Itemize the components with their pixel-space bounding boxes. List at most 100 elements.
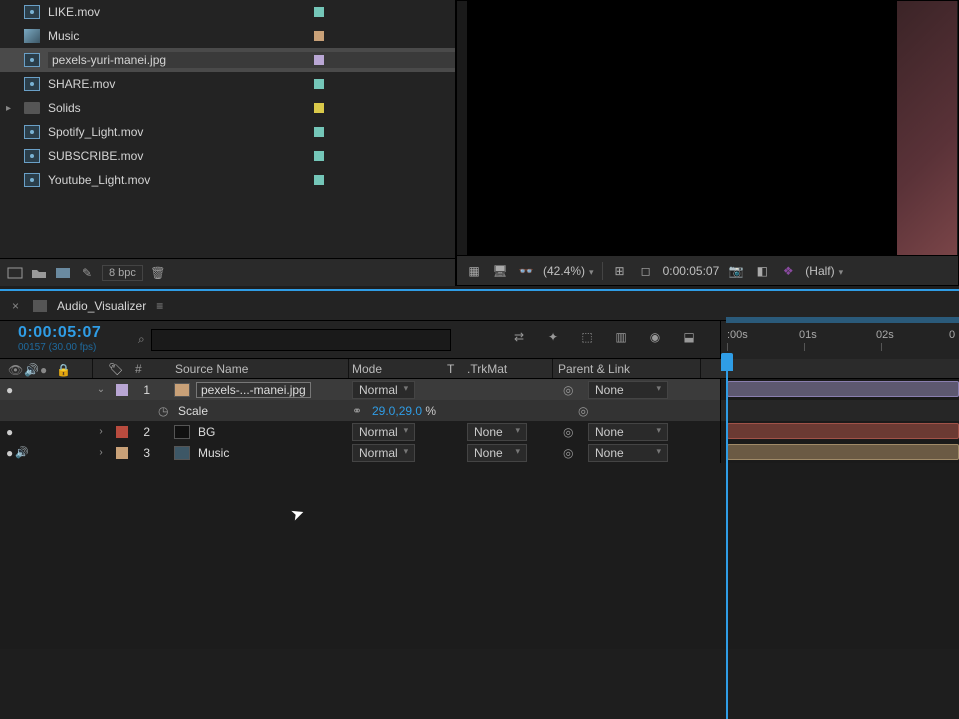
layer-twirl-icon[interactable]: ›	[94, 447, 108, 458]
layer-label-swatch[interactable]	[116, 384, 128, 396]
timeline-header: 0:00:05:07 00157 (30.00 fps) ⌕ ⇄ ✦ ⬚ ▥ ◉…	[0, 321, 959, 359]
shy-toggle-icon[interactable]: ⬚	[577, 328, 597, 346]
trash-icon[interactable]: 🗑	[149, 265, 167, 281]
label-color-swatch[interactable]	[314, 151, 324, 161]
close-tab-icon[interactable]: ×	[8, 299, 23, 313]
viewer-canvas[interactable]	[467, 1, 957, 256]
project-item[interactable]: pexels-yuri-manei.jpg	[0, 48, 455, 72]
label-color-swatch[interactable]	[314, 7, 324, 17]
project-item[interactable]: SUBSCRIBE.mov	[0, 144, 455, 168]
mode-dropdown[interactable]: Normal	[352, 444, 415, 462]
snapshot-icon[interactable]: 📷	[727, 263, 745, 279]
motion-blur-icon[interactable]: ◉	[645, 328, 665, 346]
lock-col-icon[interactable]: 🔒	[56, 363, 68, 375]
bpc-toggle[interactable]: 8 bpc	[102, 265, 143, 281]
project-item[interactable]: Spotify_Light.mov	[0, 120, 455, 144]
pickwhip-icon[interactable]: ◎	[563, 446, 573, 460]
current-timecode[interactable]: 0:00:05:07	[18, 324, 130, 342]
layer-name: Music	[198, 446, 229, 460]
video-toggle-icon[interactable]: ●	[6, 425, 13, 439]
timeline-search-input[interactable]	[151, 329, 451, 351]
image-file-icon	[24, 53, 40, 67]
parent-dropdown[interactable]: None	[588, 423, 668, 441]
av-file-icon	[24, 77, 40, 91]
resolution-dropdown[interactable]: (Half)	[805, 264, 843, 278]
new-comp-icon[interactable]	[54, 265, 72, 281]
graph-editor-icon[interactable]: ⬓	[679, 328, 699, 346]
label-color-swatch[interactable]	[314, 79, 324, 89]
toggle-mask-icon[interactable]: 👓	[517, 263, 535, 279]
new-folder-icon[interactable]	[30, 265, 48, 281]
video-toggle-icon[interactable]: ●	[6, 383, 13, 397]
expression-pickwhip-icon[interactable]: ◎	[578, 404, 588, 418]
label-color-swatch[interactable]	[314, 175, 324, 185]
project-item[interactable]: Music	[0, 24, 455, 48]
comp-tab-name[interactable]: Audio_Visualizer	[57, 299, 146, 313]
tab-menu-icon[interactable]: ≡	[156, 299, 163, 313]
toggle-pixel-aspect-icon[interactable]: ▦	[465, 263, 483, 279]
project-item-folder[interactable]: ▸ Solids	[0, 96, 455, 120]
pickwhip-icon[interactable]: ◎	[563, 383, 573, 397]
label-color-swatch[interactable]	[314, 103, 324, 113]
trkmat-col-header[interactable]: .TrkMat	[467, 362, 507, 376]
pickwhip-icon[interactable]: ◎	[563, 425, 573, 439]
label-col-icon[interactable]: 🏷	[108, 362, 123, 376]
trkmat-dropdown[interactable]: None	[467, 423, 527, 441]
audio-col-icon[interactable]: 🔊	[24, 363, 36, 375]
constrain-link-icon[interactable]: ⚭	[352, 404, 362, 418]
parent-dropdown[interactable]: None	[588, 444, 668, 462]
property-value[interactable]: 29.0,29.0 %	[372, 404, 436, 418]
mode-dropdown[interactable]: Normal	[352, 381, 415, 399]
parent-dropdown[interactable]: None	[588, 381, 668, 399]
frame-blend-icon[interactable]: ▥	[611, 328, 631, 346]
sourcename-col-header[interactable]: Source Name	[175, 362, 248, 376]
trkmat-dropdown[interactable]: None	[467, 444, 527, 462]
project-item-name: Spotify_Light.mov	[48, 125, 455, 139]
layer-bar[interactable]	[727, 423, 959, 439]
layer-label-swatch[interactable]	[116, 447, 128, 459]
current-frame-fps: 00157 (30.00 fps)	[18, 342, 130, 353]
toggle-transparency-icon[interactable]: 🖥	[491, 263, 509, 279]
layer-twirl-icon[interactable]: ›	[94, 426, 108, 437]
property-name[interactable]: Scale	[178, 404, 208, 418]
project-settings-icon[interactable]: ✎	[78, 265, 96, 281]
av-file-icon	[24, 149, 40, 163]
layer-bar[interactable]	[727, 444, 959, 460]
project-item[interactable]: LIKE.mov	[0, 0, 455, 24]
video-toggle-icon[interactable]: ●	[6, 446, 13, 460]
index-col-header[interactable]: #	[135, 362, 165, 376]
project-item-name: Music	[48, 29, 455, 43]
mode-col-header[interactable]: Mode	[352, 362, 382, 376]
show-channel-icon[interactable]: ◧	[753, 263, 771, 279]
solo-col-icon[interactable]: ●	[40, 363, 52, 375]
stopwatch-icon[interactable]: ◷	[158, 404, 168, 418]
t-col-header[interactable]: T	[447, 362, 454, 376]
roi-icon[interactable]: ◻	[637, 263, 655, 279]
grid-icon[interactable]: ⊞	[611, 263, 629, 279]
layer-label-swatch[interactable]	[116, 426, 128, 438]
mode-dropdown[interactable]: Normal	[352, 423, 415, 441]
label-color-swatch[interactable]	[314, 55, 324, 65]
video-col-icon[interactable]: 👁	[8, 363, 20, 375]
layer-name[interactable]: pexels-...-manei.jpg	[196, 382, 311, 398]
expand-icon[interactable]: ▸	[6, 103, 11, 114]
timeline-track-area[interactable]	[720, 379, 959, 463]
label-color-swatch[interactable]	[314, 127, 324, 137]
color-mgmt-icon[interactable]: ❖	[779, 263, 797, 279]
zoom-level[interactable]: (42.4%)	[543, 264, 594, 278]
audio-toggle-icon[interactable]: 🔊	[15, 446, 29, 459]
draft-3d-icon[interactable]: ✦	[543, 328, 563, 346]
project-item[interactable]: Youtube_Light.mov	[0, 168, 455, 192]
label-color-swatch[interactable]	[314, 31, 324, 41]
interpret-footage-icon[interactable]	[6, 265, 24, 281]
viewer-timecode[interactable]: 0:00:05:07	[663, 264, 720, 278]
work-area-bar[interactable]	[726, 317, 959, 323]
project-item[interactable]: SHARE.mov	[0, 72, 455, 96]
cti-playhead[interactable]	[721, 353, 733, 371]
parent-col-header[interactable]: Parent & Link	[558, 362, 630, 376]
comp-flowchart-icon[interactable]: ⇄	[509, 328, 529, 346]
layer-twirl-icon[interactable]: ⌄	[94, 384, 108, 395]
time-ruler[interactable]: :00s 01s 02s 0	[720, 321, 959, 359]
timecode-block[interactable]: 0:00:05:07 00157 (30.00 fps)	[0, 321, 130, 358]
layer-bar[interactable]	[727, 381, 959, 397]
